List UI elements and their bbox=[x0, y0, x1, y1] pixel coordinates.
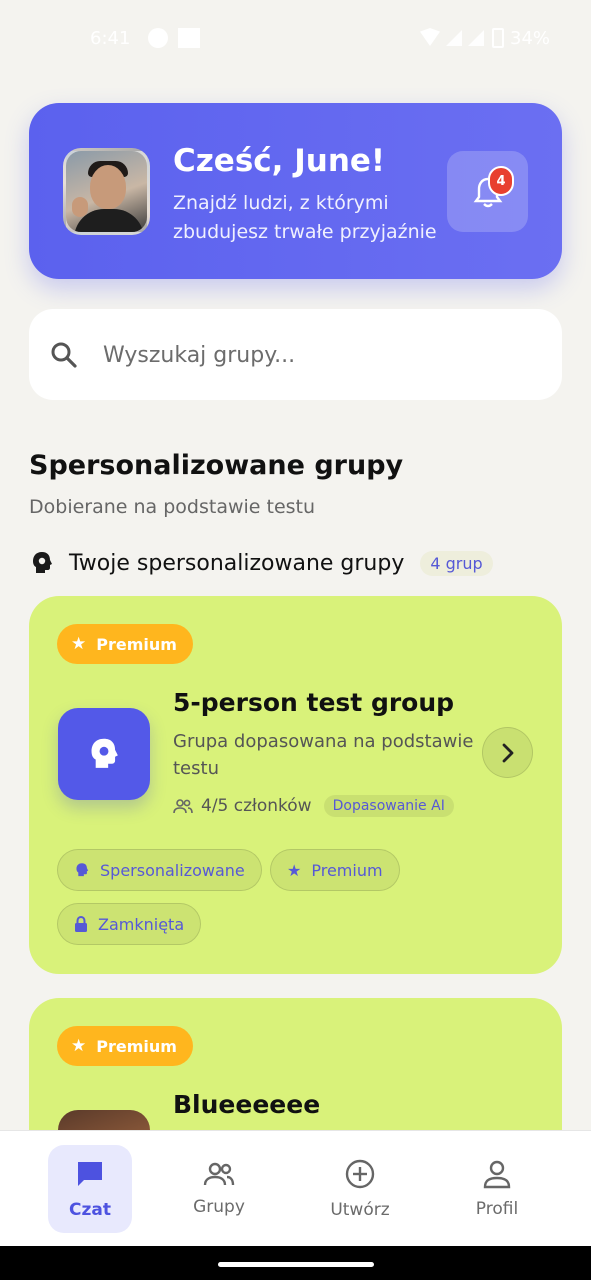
nav-create[interactable]: Utwórz bbox=[318, 1145, 402, 1233]
premium-label: Premium bbox=[96, 1036, 177, 1056]
welcome-banner: Cześć, June! Znajdź ludzi, z którymi zbu… bbox=[29, 103, 562, 279]
group-title: Blueeeeee bbox=[173, 1090, 321, 1119]
star-icon: ★ bbox=[287, 860, 302, 880]
nav-chat[interactable]: Czat bbox=[48, 1145, 132, 1233]
nav-profile[interactable]: Profil bbox=[455, 1145, 539, 1233]
section-title: Spersonalizowane grupy bbox=[29, 450, 404, 481]
members-count: 4/5 członków bbox=[201, 796, 312, 816]
head-gear-icon bbox=[91, 738, 118, 768]
signal-icon-2 bbox=[468, 30, 484, 46]
tag-personalized: Spersonalizowane bbox=[57, 849, 262, 891]
premium-label: Premium bbox=[96, 634, 177, 654]
battery-percent: 34% bbox=[510, 28, 551, 49]
tag-label: Premium bbox=[311, 860, 383, 880]
status-time: 6:41 bbox=[90, 28, 131, 49]
bottom-navigation: Czat Grupy Utwórz Profil bbox=[0, 1130, 591, 1246]
people-icon bbox=[203, 1162, 235, 1186]
head-gear-icon bbox=[33, 552, 52, 573]
person-icon bbox=[483, 1160, 511, 1189]
open-group-button[interactable] bbox=[482, 727, 533, 778]
personalized-groups-header: Twoje spersonalizowane grupy 4 grup bbox=[29, 546, 493, 580]
group-count-badge: 4 grup bbox=[420, 550, 493, 576]
nav-label: Czat bbox=[69, 1200, 111, 1220]
greeting-title: Cześć, June! bbox=[173, 143, 386, 179]
tag-closed: Zamknięta bbox=[57, 903, 202, 945]
tag-premium: ★ Premium bbox=[270, 849, 400, 891]
head-gear-icon bbox=[76, 863, 89, 877]
nav-groups[interactable]: Grupy bbox=[177, 1145, 261, 1233]
home-handle[interactable] bbox=[218, 1262, 374, 1267]
chevron-right-icon bbox=[502, 743, 514, 763]
search-icon bbox=[51, 342, 77, 368]
avatar[interactable] bbox=[63, 148, 150, 235]
lock-icon bbox=[75, 916, 87, 932]
battery-icon bbox=[492, 28, 504, 48]
group-members-row: 4/5 członków Dopasowanie AI bbox=[173, 795, 454, 817]
notifications-button[interactable]: 4 bbox=[447, 151, 528, 232]
wifi-icon bbox=[420, 28, 440, 46]
tag-label: Spersonalizowane bbox=[100, 860, 245, 880]
plus-circle-icon bbox=[345, 1159, 375, 1189]
search-input[interactable] bbox=[103, 337, 523, 373]
group-title: 5-person test group bbox=[173, 688, 455, 717]
status-bar: 6:41 34% bbox=[0, 0, 591, 78]
premium-badge: ★ Premium bbox=[57, 624, 193, 664]
greeting-subtitle: Znajdź ludzi, z którymi zbudujesz trwałe… bbox=[173, 192, 437, 243]
nav-label: Grupy bbox=[193, 1197, 245, 1217]
avatar-face bbox=[90, 165, 126, 209]
search-bar bbox=[29, 309, 562, 400]
tag-label: Zamknięta bbox=[98, 914, 185, 934]
star-icon: ★ bbox=[71, 1036, 87, 1056]
chat-icon bbox=[78, 1162, 102, 1186]
notification-square-icon bbox=[178, 28, 200, 48]
avatar-thumb bbox=[72, 197, 88, 217]
section-subtitle: Dobierane na podstawie testu bbox=[29, 496, 316, 518]
signal-icon bbox=[446, 30, 462, 46]
nav-label: Utwórz bbox=[330, 1200, 390, 1220]
ai-match-badge: Dopasowanie AI bbox=[323, 795, 454, 817]
premium-badge: ★ Premium bbox=[57, 1026, 193, 1066]
star-icon: ★ bbox=[71, 634, 87, 654]
group-description: Grupa dopasowana na podstawie testu bbox=[173, 731, 474, 779]
group-avatar bbox=[58, 708, 150, 800]
nav-label: Profil bbox=[475, 1199, 519, 1219]
messenger-icon bbox=[148, 28, 168, 48]
members-icon bbox=[173, 799, 193, 814]
subhead-label: Twoje spersonalizowane grupy bbox=[69, 550, 405, 576]
system-navigation-bar bbox=[0, 1246, 591, 1280]
group-card[interactable]: ★ Premium 5-person test group Grupa dopa… bbox=[29, 596, 562, 974]
notification-count-badge: 4 bbox=[488, 166, 514, 196]
